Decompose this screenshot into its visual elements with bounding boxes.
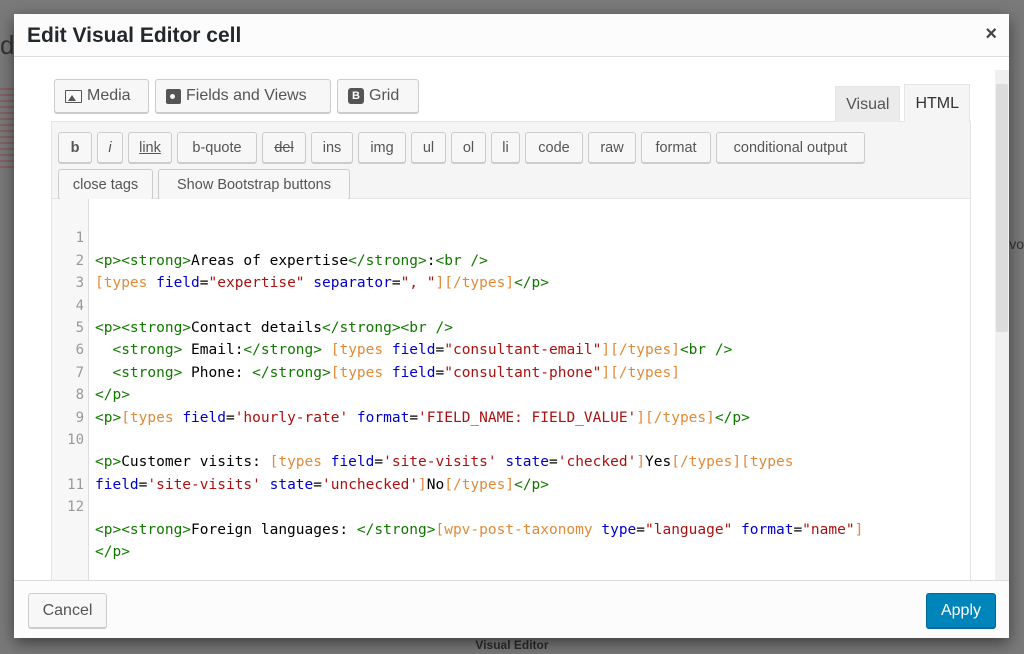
fields-icon <box>166 88 181 104</box>
grid-label: Grid <box>369 87 400 104</box>
edit-cell-dialog: Edit Visual Editor cell × Media Fields a… <box>14 14 1009 638</box>
code-line: 8 <p>[types field='hourly-rate' format='… <box>52 362 970 425</box>
close-icon[interactable]: × <box>985 24 997 44</box>
qt-blockquote-button[interactable]: b-quote <box>177 132 257 163</box>
quicktags-toolbar: b i link b-quote del ins img ul ol li co… <box>52 122 970 200</box>
code-line: 12 <p><strong>Foreign languages: </stron… <box>52 474 970 537</box>
html-editor: Visual HTML b i link b-quote del ins img… <box>51 84 971 593</box>
code-lines: 1 <p><strong>Areas of expertise</strong>… <box>52 205 970 560</box>
scrollbar-thumb[interactable] <box>996 84 1008 332</box>
background-bottom-label: Visual Editor <box>475 638 549 652</box>
qt-ins-button[interactable]: ins <box>311 132 353 163</box>
background-decoration <box>0 88 14 168</box>
grid-button[interactable]: B Grid <box>337 79 419 113</box>
code-line: 10 <p>Customer visits: [types field='sit… <box>52 407 970 470</box>
fields-and-views-label: Fields and Views <box>186 87 307 104</box>
add-media-button[interactable]: Media <box>54 79 149 113</box>
code-line: 6 <strong> Phone: </strong>[types field=… <box>52 317 970 380</box>
tab-html[interactable]: HTML <box>904 84 970 122</box>
add-media-label: Media <box>87 87 131 104</box>
tab-visual[interactable]: Visual <box>835 86 901 122</box>
editor-tabs: Visual HTML <box>831 84 970 122</box>
qt-ol-button[interactable]: ol <box>451 132 486 163</box>
code-line: 4 <p><strong>Contact details</strong><br… <box>52 272 970 336</box>
qt-conditional-output-button[interactable]: conditional output <box>716 132 865 163</box>
qt-img-button[interactable]: img <box>358 132 406 163</box>
code-line: 3 <box>52 250 970 291</box>
qt-bold-button[interactable]: b <box>58 132 92 163</box>
qt-raw-button[interactable]: raw <box>588 132 636 163</box>
code-line: 5 <strong> Email:</strong> [types field=… <box>52 295 970 358</box>
qt-code-button[interactable]: code <box>525 132 583 163</box>
background-title-fragment: d <box>0 30 15 60</box>
cancel-button[interactable]: Cancel <box>28 593 107 628</box>
qt-italic-button[interactable]: i <box>97 132 123 163</box>
code-line-wrapped: </p> <box>95 543 130 560</box>
dialog-body: Media Fields and Views B Grid Visual HTM… <box>14 58 1009 593</box>
qt-li-button[interactable]: li <box>491 132 520 163</box>
code-line: 1 <p><strong>Areas of expertise</strong>… <box>52 205 970 268</box>
qt-format-button[interactable]: format <box>641 132 711 163</box>
code-line: 7 </p> <box>52 339 970 403</box>
code-editor[interactable]: 1 <p><strong>Areas of expertise</strong>… <box>52 199 970 592</box>
dialog-header: Edit Visual Editor cell × <box>14 14 1009 57</box>
qt-link-button[interactable]: link <box>128 132 172 163</box>
dialog-title: Edit Visual Editor cell <box>27 24 242 47</box>
qt-close-tags-button[interactable]: close tags <box>58 169 153 200</box>
fields-and-views-button[interactable]: Fields and Views <box>155 79 331 113</box>
code-line: 2 [types field="expertise" separator=", … <box>52 227 970 291</box>
bootstrap-icon: B <box>348 88 364 104</box>
code-line: 9 <box>52 384 970 426</box>
show-bootstrap-buttons-button[interactable]: Show Bootstrap buttons <box>158 169 350 200</box>
dialog-footer: Cancel Apply <box>14 580 1009 638</box>
qt-ul-button[interactable]: ul <box>411 132 446 163</box>
image-icon <box>65 89 82 103</box>
apply-button[interactable]: Apply <box>926 593 996 628</box>
qt-del-button[interactable]: del <box>262 132 306 163</box>
code-line: 11 <box>52 451 970 493</box>
dialog-scrollbar[interactable] <box>995 70 1009 580</box>
background-text-fragment: vo <box>1009 236 1024 252</box>
code-line-wrapped: field='site-visits' state='unchecked']No… <box>95 476 550 493</box>
